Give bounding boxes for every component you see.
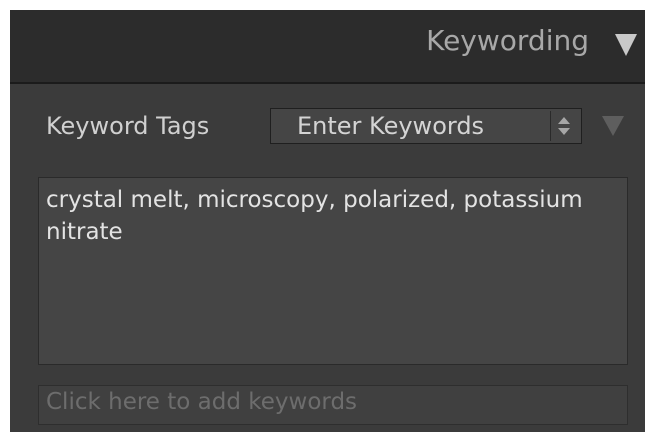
- panel-body: Keyword Tags Enter Keywords crystal melt…: [10, 84, 645, 432]
- keyword-mode-value: Enter Keywords: [297, 112, 485, 140]
- up-down-stepper-icon[interactable]: [550, 111, 577, 141]
- keywords-textarea[interactable]: crystal melt, microscopy, polarized, pot…: [38, 177, 628, 365]
- keyword-options-triangle-icon[interactable]: [602, 116, 624, 136]
- keywording-panel: Keywording Keyword Tags Enter Keywords c…: [10, 10, 645, 432]
- collapse-triangle-icon[interactable]: [615, 34, 637, 56]
- panel-title: Keywording: [426, 24, 589, 57]
- stepper-up-icon: [558, 117, 570, 124]
- keyword-tags-label: Keyword Tags: [46, 112, 210, 140]
- keyword-tags-row: Keyword Tags Enter Keywords: [10, 84, 645, 164]
- add-keywords-input[interactable]: Click here to add keywords: [38, 385, 628, 425]
- panel-header[interactable]: Keywording: [10, 10, 645, 84]
- keyword-mode-select[interactable]: Enter Keywords: [270, 108, 582, 144]
- stepper-down-icon: [558, 128, 570, 135]
